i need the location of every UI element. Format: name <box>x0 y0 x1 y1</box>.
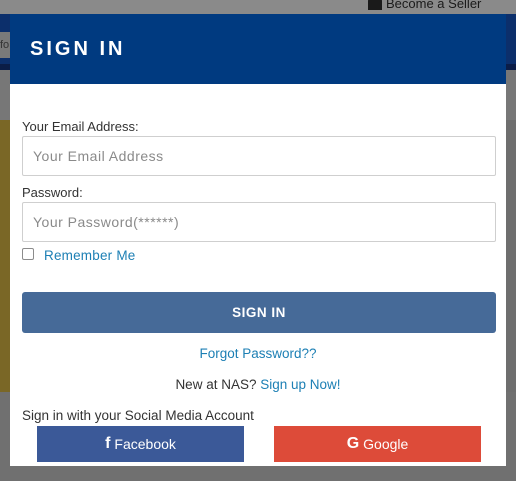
google-label: Google <box>363 436 409 452</box>
forgot-password-link: Forgot Password?? <box>10 346 506 361</box>
remember-me-row: Remember Me <box>22 248 135 263</box>
forgot-password-label[interactable]: Forgot Password?? <box>199 346 316 361</box>
facebook-label: Facebook <box>114 436 176 452</box>
email-label: Your Email Address: <box>22 119 139 134</box>
new-user-prompt: New at NAS? <box>175 377 257 392</box>
google-icon: G <box>346 435 360 452</box>
modal-title: SIGN IN <box>30 37 126 60</box>
email-field[interactable] <box>22 136 496 176</box>
signin-button[interactable]: SIGN IN <box>22 292 496 333</box>
signin-modal: SIGN IN Your Email Address: Password: Re… <box>10 14 506 466</box>
modal-header: SIGN IN <box>10 14 506 84</box>
facebook-icon: f <box>105 435 111 452</box>
facebook-signin-button[interactable]: f Facebook <box>37 426 244 462</box>
password-field[interactable] <box>22 202 496 242</box>
store-icon <box>368 0 382 11</box>
signup-link[interactable]: Sign up Now! <box>260 377 340 392</box>
social-prompt: Sign in with your Social Media Account <box>22 408 254 423</box>
become-seller-label: Become a Seller <box>386 0 482 11</box>
password-label: Password: <box>22 185 83 200</box>
page: Become a Seller fo SIGN IN Your Email Ad… <box>0 0 516 481</box>
remember-me-checkbox[interactable] <box>22 248 34 260</box>
new-user-row: New at NAS? Sign up Now! <box>10 377 506 392</box>
remember-me-label[interactable]: Remember Me <box>44 248 135 263</box>
become-seller-link[interactable]: Become a Seller <box>368 0 481 11</box>
google-signin-button[interactable]: G Google <box>274 426 481 462</box>
